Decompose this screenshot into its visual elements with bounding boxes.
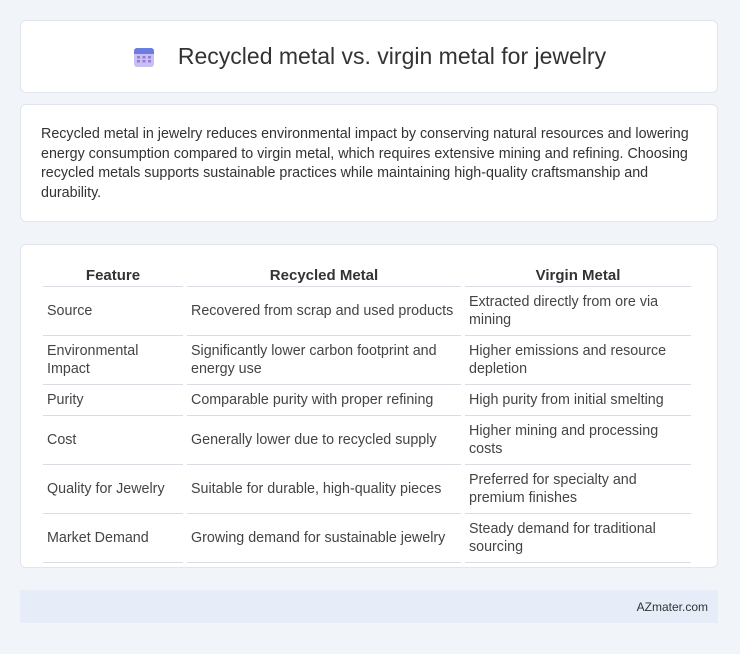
virgin-cell: Steady demand for traditional sourcing: [465, 514, 691, 563]
table-row: Cost Generally lower due to recycled sup…: [43, 416, 691, 465]
table-row: Environmental Impact Significantly lower…: [43, 336, 691, 385]
virgin-cell: Higher mining and processing costs: [465, 416, 691, 465]
virgin-cell: Higher emissions and resource depletion: [465, 336, 691, 385]
footer-brand[interactable]: AZmater.com: [637, 600, 708, 614]
virgin-cell: High purity from initial smelting: [465, 385, 691, 416]
recycled-cell: Generally lower due to recycled supply: [187, 416, 461, 465]
feature-cell: Quality for Jewelry: [43, 465, 183, 514]
feature-cell: Market Demand: [43, 514, 183, 563]
recycled-cell: Comparable purity with proper refining: [187, 385, 461, 416]
table-row: Purity Comparable purity with proper ref…: [43, 385, 691, 416]
feature-cell: Purity: [43, 385, 183, 416]
recycled-cell: Recovered from scrap and used products: [187, 287, 461, 336]
column-header: Virgin Metal: [465, 261, 691, 287]
recycled-cell: Suitable for durable, high-quality piece…: [187, 465, 461, 514]
footer-bar: AZmater.com: [20, 590, 718, 623]
column-header: Recycled Metal: [187, 261, 461, 287]
recycled-cell: Significantly lower carbon footprint and…: [187, 336, 461, 385]
comparison-table: Feature Recycled Metal Virgin Metal Sour…: [39, 261, 695, 563]
feature-cell: Environmental Impact: [43, 336, 183, 385]
calendar-icon: [132, 45, 156, 69]
feature-cell: Cost: [43, 416, 183, 465]
table-row: Source Recovered from scrap and used pro…: [43, 287, 691, 336]
table-header-row: Feature Recycled Metal Virgin Metal: [43, 261, 691, 287]
virgin-cell: Preferred for specialty and premium fini…: [465, 465, 691, 514]
table-row: Market Demand Growing demand for sustain…: [43, 514, 691, 563]
summary-card: Recycled metal in jewelry reduces enviro…: [20, 104, 718, 222]
title-card: Recycled metal vs. virgin metal for jewe…: [20, 20, 718, 93]
column-header: Feature: [43, 261, 183, 287]
recycled-cell: Growing demand for sustainable jewelry: [187, 514, 461, 563]
feature-cell: Source: [43, 287, 183, 336]
summary-text: Recycled metal in jewelry reduces enviro…: [41, 126, 689, 201]
virgin-cell: Extracted directly from ore via mining: [465, 287, 691, 336]
page-title: Recycled metal vs. virgin metal for jewe…: [177, 43, 607, 69]
table-row: Quality for Jewelry Suitable for durable…: [43, 465, 691, 514]
comparison-card: Feature Recycled Metal Virgin Metal Sour…: [20, 244, 718, 568]
